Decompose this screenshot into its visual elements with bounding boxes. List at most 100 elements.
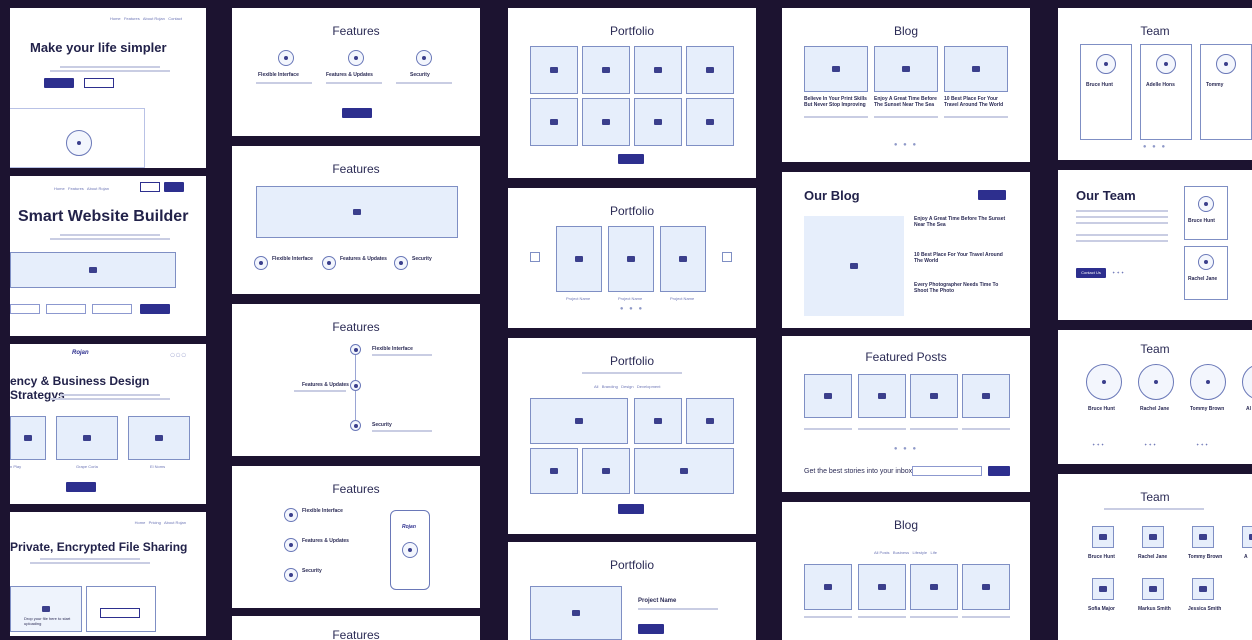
- member-name: Bruce Hunt: [1088, 406, 1115, 412]
- member-name: Tommy Brown: [1188, 554, 1223, 560]
- timeline-dot: [350, 420, 361, 431]
- hero-card-2: Home Features About Rojan Smart Website …: [10, 176, 206, 336]
- text-line: [910, 428, 958, 430]
- social-icons[interactable]: ◯ ◯ ◯: [170, 352, 186, 357]
- text-line: [60, 66, 160, 68]
- member-name: Jessica Smith: [1188, 606, 1222, 612]
- next-arrow-icon[interactable]: [722, 252, 732, 262]
- project-label: Project Name: [618, 296, 643, 301]
- section-title: Features: [332, 482, 380, 496]
- portfolio-card-3: Portfolio All Branding Design Developmen…: [508, 338, 756, 534]
- learn-more-button[interactable]: [638, 624, 664, 634]
- load-more-button[interactable]: [618, 504, 644, 514]
- image-placeholder: [556, 226, 602, 292]
- upload-button[interactable]: [100, 608, 140, 618]
- feature-title: Security: [412, 256, 432, 262]
- all-posts-button[interactable]: [978, 190, 1006, 200]
- post-title[interactable]: Believe In Your Print Skills But Never S…: [804, 96, 868, 108]
- feature-title: Flexible Interface: [302, 508, 343, 514]
- signup-button[interactable]: [164, 182, 184, 192]
- input-field[interactable]: [10, 304, 40, 314]
- load-more-button[interactable]: [618, 154, 644, 164]
- image-placeholder: [962, 374, 1010, 418]
- input-field[interactable]: [92, 304, 132, 314]
- team-card-3: Team Bruce Hunt Rachel Jane Tommy Brown …: [1058, 330, 1252, 464]
- secondary-button[interactable]: [84, 78, 114, 88]
- collage-stage: Home Features About Rojan Contact Make y…: [0, 0, 1252, 640]
- avatar: [1198, 254, 1214, 270]
- image-placeholder: [910, 564, 958, 610]
- member-name: Rachel Jane: [1188, 276, 1218, 282]
- project-label: Project Name: [566, 296, 591, 301]
- portfolio-card-1: Portfolio: [508, 8, 756, 178]
- text-line: [1076, 240, 1168, 242]
- side-post-title[interactable]: Enjoy A Great Time Before The Sunset Nea…: [914, 216, 1010, 228]
- phone-play-icon[interactable]: [402, 542, 418, 558]
- pagination-dots[interactable]: ● ● ●: [1058, 144, 1252, 150]
- filter-tabs[interactable]: All Posts Business Lifestyle Life: [874, 550, 937, 555]
- input-field[interactable]: [46, 304, 86, 314]
- social-icons[interactable]: ✦ ✦ ✦: [1144, 442, 1156, 447]
- get-started-button[interactable]: [342, 108, 372, 118]
- prev-arrow-icon[interactable]: [530, 252, 540, 262]
- avatar: [1242, 526, 1252, 548]
- member-name: Bruce Hunt: [1086, 82, 1113, 88]
- side-post-title[interactable]: Every Photographer Needs Time To Shoot T…: [914, 282, 1010, 294]
- section-title: Team: [1140, 24, 1170, 38]
- section-title: Featured Posts: [865, 350, 947, 364]
- section-title: Portfolio: [609, 24, 655, 38]
- filter-tabs[interactable]: All Branding Design Development: [594, 384, 660, 389]
- pagination-dots[interactable]: ● ● ●: [782, 446, 1030, 452]
- text-line: [1076, 234, 1168, 236]
- text-line: [858, 616, 906, 618]
- blog-card-4: Blog All Posts Business Lifestyle Life: [782, 502, 1030, 640]
- section-title: Features: [332, 320, 380, 334]
- member-name: Rachel Jane: [1138, 554, 1168, 560]
- primary-button[interactable]: [44, 78, 74, 88]
- view-more-button[interactable]: [66, 482, 96, 492]
- timeline-dot: [350, 380, 361, 391]
- signin-button[interactable]: [140, 182, 160, 192]
- subscribe-button[interactable]: [988, 466, 1010, 476]
- nav-links[interactable]: Home Features About Rojan: [54, 186, 109, 191]
- submit-button[interactable]: [140, 304, 170, 314]
- feature-title: Security: [302, 568, 322, 574]
- image-placeholder: [56, 416, 118, 460]
- feature-icon: [284, 538, 298, 552]
- section-title: Team: [1140, 342, 1170, 356]
- image-placeholder: [962, 564, 1010, 610]
- image-placeholder: [686, 46, 734, 94]
- play-icon[interactable]: [66, 130, 92, 156]
- post-title[interactable]: 10 Best Place For Your Travel Around The…: [944, 96, 1008, 108]
- email-field[interactable]: [912, 466, 982, 476]
- hero-title: Make your life simpler: [30, 40, 167, 55]
- member-name: Al: [1246, 406, 1251, 412]
- pagination-dots[interactable]: ● ● ●: [508, 306, 756, 312]
- nav-links[interactable]: Home Pricing About Rojan: [135, 520, 186, 525]
- hero-card-1: Home Features About Rojan Contact Make y…: [10, 8, 206, 168]
- pagination-dots[interactable]: ● ● ●: [782, 142, 1030, 148]
- contact-button[interactable]: Contact Us: [1076, 268, 1106, 278]
- image-placeholder: [634, 448, 734, 494]
- image-placeholder: [530, 398, 628, 444]
- image-placeholder: [634, 398, 682, 444]
- section-title: Features: [332, 162, 380, 176]
- social-icons[interactable]: ✦ ✦ ✦: [1092, 442, 1104, 447]
- image-placeholder: [874, 46, 938, 92]
- feature-icon: [348, 50, 364, 66]
- side-post-title[interactable]: 10 Best Place For Your Travel Around The…: [914, 252, 1010, 264]
- post-title[interactable]: Enjoy A Great Time Before The Sunset Nea…: [874, 96, 938, 108]
- avatar: [1190, 364, 1226, 400]
- image-placeholder: [256, 186, 458, 238]
- image-placeholder: [634, 46, 682, 94]
- feature-icon: [394, 256, 408, 270]
- avatar: [1242, 364, 1252, 400]
- section-title: Portfolio: [609, 204, 655, 218]
- feature-title: Features & Updates: [302, 538, 349, 544]
- social-icons[interactable]: ✦ ✦ ✦: [1196, 442, 1208, 447]
- social-icons[interactable]: ✦ ✦ ✦: [1112, 270, 1124, 275]
- avatar: [1198, 196, 1214, 212]
- nav-links[interactable]: Home Features About Rojan Contact: [110, 16, 182, 21]
- features-card-2: Features Flexible Interface Features & U…: [232, 146, 480, 294]
- features-card-3: Features Flexible Interface Features & U…: [232, 304, 480, 456]
